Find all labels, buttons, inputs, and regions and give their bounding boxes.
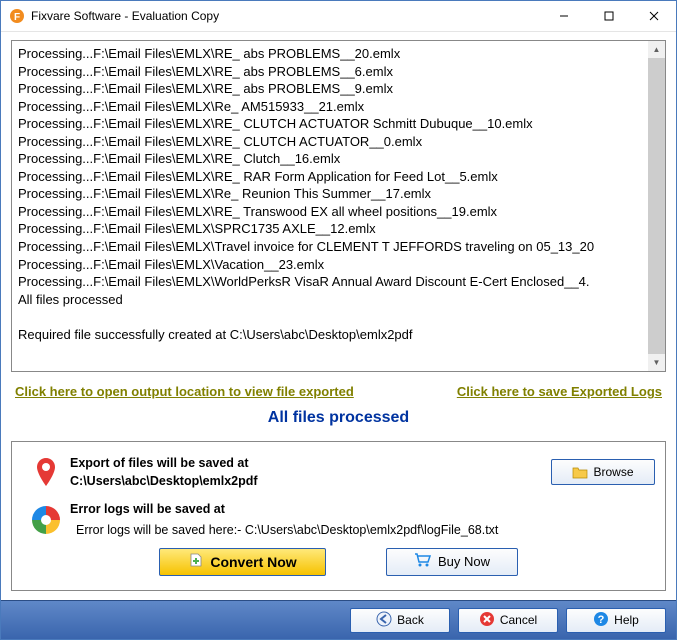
- buy-label: Buy Now: [438, 554, 490, 569]
- convert-icon: [188, 552, 204, 571]
- close-button[interactable]: [631, 1, 676, 31]
- scroll-up-arrow[interactable]: ▲: [648, 41, 665, 58]
- cancel-button[interactable]: Cancel: [458, 608, 558, 633]
- maximize-button[interactable]: [586, 1, 631, 31]
- links-row: Click here to open output location to vi…: [11, 372, 666, 403]
- scroll-down-arrow[interactable]: ▼: [648, 354, 665, 371]
- svg-text:F: F: [14, 12, 20, 23]
- scrollbar[interactable]: ▲ ▼: [648, 41, 665, 371]
- help-icon: ?: [593, 611, 609, 630]
- svg-text:?: ?: [598, 614, 605, 626]
- export-path-label: Export of files will be saved at: [70, 454, 545, 472]
- titlebar: F Fixvare Software - Evaluation Copy: [1, 1, 676, 32]
- settings-panel: Export of files will be saved at C:\User…: [11, 441, 666, 591]
- browse-label: Browse: [593, 465, 633, 479]
- cancel-label: Cancel: [500, 613, 537, 627]
- convert-label: Convert Now: [210, 554, 296, 570]
- app-window: F Fixvare Software - Evaluation Copy Pro…: [0, 0, 677, 640]
- save-logs-link[interactable]: Click here to save Exported Logs: [457, 384, 662, 399]
- back-button[interactable]: Back: [350, 608, 450, 633]
- back-arrow-icon: [376, 611, 392, 630]
- browse-button[interactable]: Browse: [551, 459, 655, 485]
- help-label: Help: [614, 613, 639, 627]
- open-output-link[interactable]: Click here to open output location to vi…: [15, 384, 354, 399]
- app-icon: F: [9, 8, 25, 24]
- location-pin-icon: [33, 456, 59, 488]
- footer-bar: Back Cancel ? Help: [1, 600, 676, 639]
- errorlog-label: Error logs will be saved at: [70, 500, 545, 518]
- help-button[interactable]: ? Help: [566, 608, 666, 633]
- cancel-icon: [479, 611, 495, 630]
- back-label: Back: [397, 613, 424, 627]
- cart-icon: [414, 552, 432, 571]
- window-title: Fixvare Software - Evaluation Copy: [31, 9, 541, 23]
- content-area: Processing...F:\Email Files\EMLX\RE_ abs…: [1, 32, 676, 600]
- action-buttons-row: Convert Now Buy Now: [22, 548, 655, 582]
- export-path-value: C:\Users\abc\Desktop\emlx2pdf: [70, 472, 545, 490]
- pie-chart-icon: [31, 505, 61, 535]
- window-controls: [541, 1, 676, 31]
- status-message: All files processed: [11, 409, 666, 427]
- errorlog-path: Error logs will be saved here:- C:\Users…: [70, 518, 545, 539]
- minimize-button[interactable]: [541, 1, 586, 31]
- export-path-row: Export of files will be saved at C:\User…: [22, 454, 655, 490]
- folder-icon: [572, 465, 588, 479]
- buy-now-button[interactable]: Buy Now: [386, 548, 518, 576]
- convert-now-button[interactable]: Convert Now: [159, 548, 326, 576]
- log-output[interactable]: Processing...F:\Email Files\EMLX\RE_ abs…: [11, 40, 666, 372]
- log-text: Processing...F:\Email Files\EMLX\RE_ abs…: [12, 41, 648, 371]
- errorlog-row: Error logs will be saved at Error logs w…: [22, 500, 655, 539]
- scroll-thumb[interactable]: [648, 58, 665, 354]
